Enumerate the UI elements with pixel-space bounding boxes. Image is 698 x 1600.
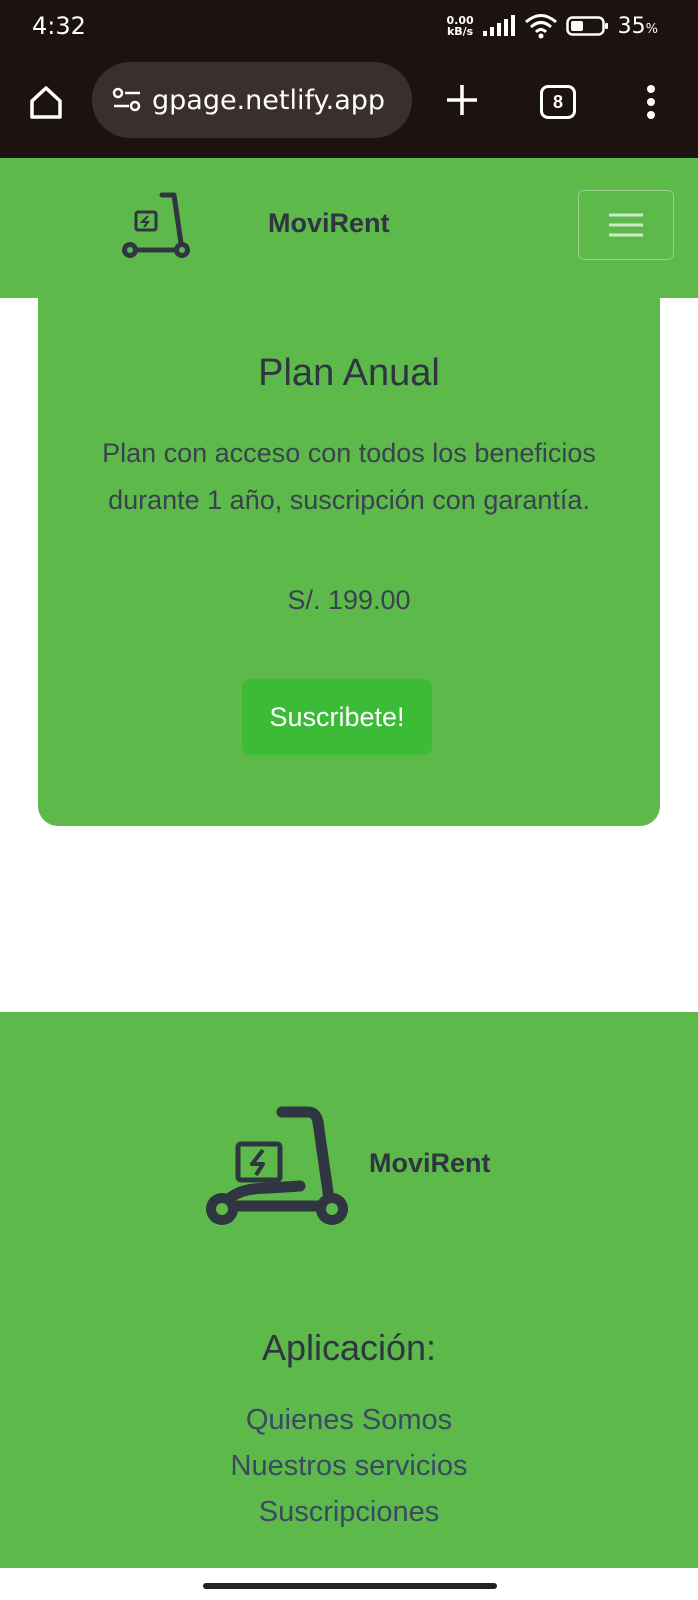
- more-vertical-icon: [647, 85, 655, 119]
- network-speed: 0.00 kB/s: [447, 15, 474, 37]
- footer-link-nuestros-servicios[interactable]: Nuestros servicios: [0, 1443, 698, 1489]
- site-settings-icon[interactable]: [110, 83, 144, 117]
- battery-percent: 35%: [618, 14, 658, 39]
- subscribe-button[interactable]: Suscribete!: [242, 679, 432, 755]
- browser-toolbar: gpage.netlify.app 8: [0, 52, 698, 158]
- status-icons: 0.00 kB/s 35%: [447, 12, 658, 40]
- new-tab-button[interactable]: [440, 78, 484, 122]
- scooter-logo-icon: [206, 1106, 348, 1225]
- footer-heading: Aplicación:: [261, 1327, 437, 1368]
- site-footer: MoviRent Aplicación: Quienes Somos Nuest…: [0, 1012, 698, 1568]
- gesture-navigation-bar[interactable]: [203, 1583, 497, 1589]
- browser-menu-button[interactable]: [636, 80, 666, 124]
- plus-icon: [447, 85, 477, 115]
- status-time: 4:32: [32, 12, 86, 40]
- address-bar[interactable]: gpage.netlify.app: [92, 62, 412, 138]
- footer-brand: MoviRent: [369, 1148, 491, 1178]
- navbar-toggle-button[interactable]: [578, 190, 674, 260]
- tab-switcher-button[interactable]: 8: [540, 85, 576, 119]
- site-navbar: MoviRent: [0, 158, 698, 298]
- footer-link-quienes-somos[interactable]: Quienes Somos: [0, 1397, 698, 1443]
- navbar-brand[interactable]: MoviRent: [268, 208, 390, 239]
- footer-links: Quienes Somos Nuestros servicios Suscrip…: [0, 1397, 698, 1535]
- network-speed-unit: kB/s: [446, 25, 474, 38]
- scooter-logo-icon[interactable]: [118, 190, 196, 266]
- battery-icon: [565, 16, 608, 36]
- percent-sign: %: [645, 21, 658, 37]
- plan-price: S/. 199.00: [287, 585, 411, 615]
- plan-description: Plan con acceso con todos los beneficios…: [102, 438, 596, 515]
- battery-percent-value: 35: [617, 13, 646, 39]
- plan-title: Plan Anual: [258, 352, 440, 394]
- home-icon: [30, 86, 62, 119]
- home-button[interactable]: [24, 80, 68, 124]
- url-text: gpage.netlify.app: [152, 84, 386, 116]
- plan-card: Plan Anual Plan con acceso con todos los…: [38, 298, 660, 826]
- footer-link-suscripciones[interactable]: Suscripciones: [0, 1489, 698, 1535]
- wifi-icon: [524, 14, 557, 39]
- hamburger-menu-icon: [609, 213, 643, 237]
- signal-icon: [482, 15, 515, 36]
- status-bar: 4:32 0.00 kB/s 35%: [0, 0, 698, 52]
